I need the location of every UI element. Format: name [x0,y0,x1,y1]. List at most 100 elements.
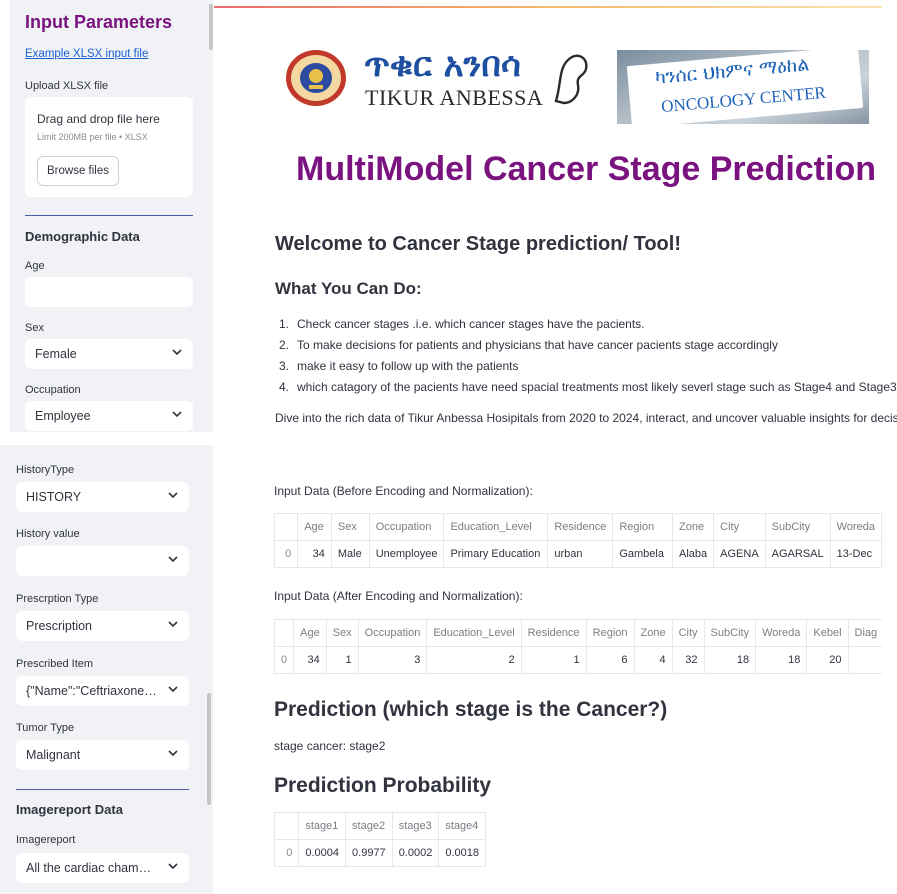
before-data-table: Age Sex Occupation Education_Level Resid… [274,513,882,568]
table-header: Residence [547,513,614,541]
imagereport-title: Imagereport Data [16,802,123,817]
dropzone-title: Drag and drop file here [37,112,160,126]
table-header: Region [585,619,635,647]
table-header: Education_Level [443,513,549,541]
chevron-down-icon [167,740,181,770]
tikur-anbessa-logo: ጥቁር አንበሳ TIKUR ANBESSA [362,45,594,111]
browse-files-button[interactable]: Browse files [37,156,119,186]
table-cell: 0 [274,839,300,867]
sidebar-top: Input Parameters Example XLSX input file… [10,0,213,432]
table-cell [847,646,882,674]
table-header [274,619,295,647]
sex-select[interactable]: Female [25,339,193,369]
table-header: Occupation [357,619,428,647]
divider [16,789,189,790]
sex-label: Sex [25,322,44,334]
occupation-select[interactable]: Employee [25,401,193,431]
table-cell: AGENA [713,540,766,568]
prescribed-item-select[interactable]: {"Name":"Ceftriaxone ... [16,676,189,706]
what-you-can-do-title: What You Can Do: [275,279,422,298]
table-header: Region [612,513,673,541]
table-cell: 13-Dec [829,540,882,568]
table-cell: 0 [274,540,299,568]
table-cell: Male [330,540,370,568]
example-file-link[interactable]: Example XLSX input file [25,48,148,60]
prediction-title: Prediction (which stage is the Cancer?) [274,698,668,721]
chevron-down-icon [171,401,185,431]
table-cell: 3 [357,646,428,674]
imagereport-label: Imagereport [16,834,76,846]
after-table-caption: Input Data (After Encoding and Normaliza… [274,589,523,603]
table-header: Woreda [755,619,808,647]
top-decoration-bar [214,6,882,8]
dropzone-hint: Limit 200MB per file • XLSX [37,132,148,142]
table-row: 0 34 Male Unemployee Primary Education u… [274,540,882,568]
prescription-type-select[interactable]: Prescription [16,611,189,641]
table-cell: 0.0004 [298,839,347,867]
after-data-table: Age Sex Occupation Education_Level Resid… [274,619,882,674]
intro-paragraph: Dive into the rich data of Tikur Anbessa… [275,411,897,425]
table-cell: Primary Education [443,540,549,568]
table-cell: 32 [671,646,705,674]
table-cell: AGARSAL [764,540,831,568]
occupation-label: Occupation [25,384,81,396]
table-header: stage1 [298,812,347,840]
table-header: SubCity [764,513,831,541]
table-cell: 1 [325,646,359,674]
table-header: Sex [330,513,370,541]
table-cell: 20 [806,646,849,674]
tumor-type-select[interactable]: Malignant [16,740,189,770]
table-header: stage3 [391,812,440,840]
table-cell: 4 [633,646,673,674]
table-row: 0 0.0004 0.9977 0.0002 0.0018 [274,839,486,867]
table-header: City [671,619,705,647]
list-item: 1. Check cancer stages .i.e. which cancer… [279,317,645,331]
list-item: 2. To make decisions for patients and phy… [279,338,778,352]
table-row: 0 34 1 3 2 1 6 4 32 18 18 20 [274,646,882,674]
table-header: Residence [520,619,587,647]
oncology-center-sign-image: ካንሰር ህክምና ማዕከል ONCOLOGY CENTER [617,50,869,124]
table-header: stage4 [438,812,486,840]
table-cell: Unemployee [368,540,445,568]
sidebar-title: Input Parameters [25,12,173,32]
probability-table-container[interactable]: stage1 stage2 stage3 stage4 0 0.0004 0.9… [274,812,486,868]
probability-title: Prediction Probability [274,774,492,797]
history-type-label: HistoryType [16,464,75,476]
age-input[interactable] [25,277,193,307]
history-value-label: History value [16,528,80,540]
history-value-select[interactable] [16,546,189,576]
table-cell: 34 [293,646,327,674]
prediction-result: stage cancer: stage2 [274,739,386,753]
demographic-title: Demographic Data [25,229,140,244]
prescription-type-label: Prescrption Type [16,593,99,605]
table-cell: 34 [297,540,332,568]
file-dropzone[interactable]: Drag and drop file here Limit 200MB per … [25,97,193,197]
table-cell: 0.0002 [391,839,440,867]
sidebar-scrollbar[interactable] [207,693,211,805]
before-table-container[interactable]: Age Sex Occupation Education_Level Resid… [274,513,882,569]
list-item: 3. make it easy to follow up with the pat… [279,359,519,373]
table-header: SubCity [703,619,757,647]
chevron-down-icon [167,611,181,641]
sidebar-scrollbar[interactable] [209,4,213,50]
history-type-select[interactable]: HISTORY [16,482,189,512]
before-table-caption: Input Data (Before Encoding and Normaliz… [274,484,533,498]
welcome-title: Welcome to Cancer Stage prediction/ Tool… [275,233,681,255]
after-table-container[interactable]: Age Sex Occupation Education_Level Resid… [274,619,882,675]
list-item: 4. which catagory of the pacients have ne… [279,380,897,394]
chevron-down-icon [167,546,181,576]
table-header: Occupation [368,513,445,541]
table-header: City [713,513,766,541]
probability-table: stage1 stage2 stage3 stage4 0 0.0004 0.9… [274,812,486,867]
chevron-down-icon [167,676,181,706]
chevron-down-icon [167,853,181,883]
imagereport-select[interactable]: All the cardiac chambe... [16,853,189,883]
table-cell: Gambela [612,540,673,568]
sidebar-bottom: HistoryType HISTORY History value Prescr… [0,445,213,894]
table-header [274,513,299,541]
upload-label: Upload XLSX file [25,80,109,92]
table-cell: 2 [426,646,522,674]
table-header [274,812,300,840]
age-label: Age [25,260,45,272]
table-cell: urban [547,540,614,568]
